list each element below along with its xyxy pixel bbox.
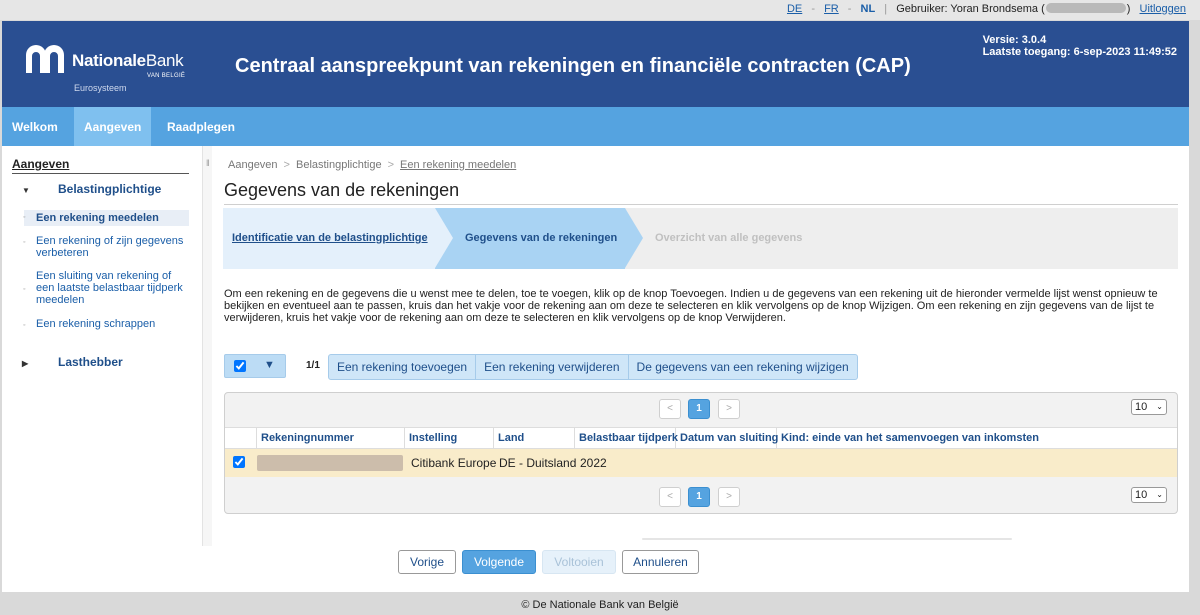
cell-kind	[778, 449, 782, 477]
cell-belastbaar-tijdperk: 2022	[580, 456, 607, 470]
logo-eurosystem: Eurosysteem	[74, 83, 127, 93]
cell-datum-sluiting	[677, 449, 681, 477]
app-title: Centraal aanspreekpunt van rekeningen en…	[235, 55, 911, 77]
next-button[interactable]: Volgende	[462, 550, 536, 574]
user-label: Gebruiker: Yoran Brondsema (	[896, 3, 1045, 15]
step-arrow	[435, 208, 453, 268]
select-all-control[interactable]: ▼	[224, 354, 286, 378]
sidebar-item-rekening-schrappen[interactable]: ◦ Een rekening schrappen	[23, 318, 189, 330]
divider	[642, 538, 1012, 540]
main-nav: Welkom Aangeven Raadplegen	[2, 107, 1189, 152]
bullet-icon: ◦	[23, 322, 26, 329]
breadcrumb-separator-icon: >	[283, 159, 290, 171]
grid-header: Rekeningnummer Instelling Land Belastbaa…	[225, 427, 1177, 449]
previous-button[interactable]: Vorige	[398, 550, 456, 574]
application-window: NationaleBank VAN BELGIË Eurosysteem Cen…	[2, 21, 1189, 592]
step-identificatie[interactable]: Identificatie van de belastingplichtige	[223, 208, 435, 269]
separator: |	[884, 3, 888, 15]
caret-right-icon[interactable]: ▶	[22, 359, 34, 368]
pager-next-button[interactable]: >	[718, 487, 740, 507]
sidebar-heading[interactable]: Aangeven	[12, 157, 189, 174]
redacted-account-number	[257, 455, 403, 471]
column-header-belastbaar-tijdperk[interactable]: Belastbaar tijdperk	[575, 428, 678, 449]
caret-down-icon[interactable]: ▼	[22, 186, 34, 195]
language-nl-current: NL	[860, 3, 876, 15]
logo-wordmark: NationaleBank	[72, 51, 184, 70]
sidebar-group-belastingplichtige[interactable]: ▼ Belastingplichtige	[12, 182, 161, 196]
main-content: Aangeven > Belastingplichtige > Een rekening…	[222, 146, 1182, 592]
instructions-text: Om een rekening en de gegevens die u wen…	[224, 288, 1158, 324]
bullet-icon: ◦	[23, 239, 26, 246]
column-header-rekeningnummer[interactable]: Rekeningnummer	[257, 428, 405, 449]
page-size-select[interactable]: 10 ⌄	[1131, 399, 1167, 415]
nav-welkom[interactable]: Welkom	[2, 107, 68, 146]
pager-current-page[interactable]: 1	[688, 399, 710, 419]
column-header-datum-sluiting[interactable]: Datum van sluiting	[676, 428, 778, 449]
app-header: NationaleBank VAN BELGIË Eurosysteem Cen…	[2, 21, 1189, 107]
breadcrumb-belastingplichtige: Belastingplichtige	[295, 159, 382, 171]
chevron-down-icon: ⌄	[1156, 490, 1163, 499]
sidebar-group-lasthebber[interactable]: ▶ Lasthebber	[12, 355, 123, 369]
accounts-grid: < 1 > 10 ⌄ Rekeningnummer Instelling Land…	[224, 392, 1178, 514]
breadcrumb-aangeven: Aangeven	[228, 159, 278, 171]
account-button-group: Een rekening toevoegen Een rekening verw…	[328, 354, 858, 380]
pager-prev-button[interactable]: <	[659, 399, 681, 419]
page-size-select[interactable]: 10 ⌄	[1131, 487, 1167, 503]
bullet-icon: ◦	[23, 214, 26, 221]
last-access: Laatste toegang: 6-sep-2023 11:49:52	[982, 46, 1177, 58]
pager-top: < 1 > 10 ⌄	[225, 393, 1177, 423]
nav-aangeven[interactable]: Aangeven	[74, 107, 152, 152]
step-gegevens-current: Gegevens van de rekeningen	[435, 208, 625, 269]
finish-button: Voltooien	[542, 550, 616, 574]
sidebar-item-rekening-verbeteren[interactable]: ◦ Een rekening of zijn gegevens verbeter…	[23, 235, 189, 259]
breadcrumb: Aangeven > Belastingplichtige > Een rekening…	[228, 159, 516, 171]
logo-subtitle: VAN BELGIË	[147, 73, 186, 79]
cell-instelling: Citibank Europe	[411, 456, 497, 470]
table-row[interactable]: Citibank Europe DE - Duitsland 2022	[225, 449, 1177, 477]
wizard-steps: Identificatie van de belastingplichtige …	[223, 208, 1178, 269]
edit-account-button[interactable]: De gegevens van een rekening wijzigen	[629, 355, 857, 379]
version-info: Versie: 3.0.4 Laatste toegang: 6-sep-202…	[983, 34, 1177, 58]
column-header-kind[interactable]: Kind: einde van het samenvoegen van inko…	[777, 428, 1177, 449]
nav-raadplegen[interactable]: Raadplegen	[157, 107, 245, 146]
logout-link[interactable]: Uitloggen	[1140, 3, 1186, 15]
language-fr-link[interactable]: FR	[824, 3, 839, 15]
chevron-down-icon: ⌄	[1156, 402, 1163, 411]
page-title: Gegevens van de rekeningen	[224, 180, 1178, 205]
pager-current-page[interactable]: 1	[688, 487, 710, 507]
select-all-checkbox[interactable]	[234, 360, 246, 372]
separator: -	[847, 3, 852, 15]
cancel-button[interactable]: Annuleren	[622, 550, 699, 574]
selection-count: 1/1	[306, 360, 320, 371]
column-header-land[interactable]: Land	[494, 428, 575, 449]
cell-land: DE - Duitsland	[499, 456, 577, 470]
version-number: Versie: 3.0.4	[982, 34, 1047, 46]
chevron-down-icon[interactable]: ▼	[264, 359, 275, 371]
nbb-logo[interactable]: NationaleBank VAN BELGIË Eurosysteem	[24, 39, 194, 97]
pager-prev-button[interactable]: <	[659, 487, 681, 507]
sidebar-item-sluiting-meedelen[interactable]: ◦ Een sluiting van rekening of een laats…	[23, 270, 189, 306]
pager-next-button[interactable]: >	[718, 399, 740, 419]
pager-bottom: < 1 > 10 ⌄	[225, 481, 1177, 511]
sidebar-splitter[interactable]: ‖	[202, 146, 212, 546]
redacted-user-id	[1045, 3, 1126, 13]
user-label-suffix: )	[1126, 3, 1131, 15]
nbb-logo-mark-icon	[26, 45, 64, 73]
top-utility-bar: DE - FR - NL | Gebruiker: Yoran Brondsem…	[0, 0, 1200, 20]
remove-account-button[interactable]: Een rekening verwijderen	[476, 355, 629, 379]
page-footer: © De Nationale Bank van België	[521, 599, 679, 611]
splitter-grip-icon[interactable]: ‖	[206, 158, 210, 168]
sidebar: Aangeven ▼ Belastingplichtige ◦ Een reken…	[2, 146, 212, 574]
column-header-select	[225, 428, 257, 449]
row-checkbox[interactable]	[233, 456, 245, 468]
language-de-link[interactable]: DE	[787, 3, 802, 15]
breadcrumb-separator-icon: >	[387, 159, 395, 171]
column-header-instelling[interactable]: Instelling	[405, 428, 494, 449]
step-overzicht: Overzicht van alle gegevens	[655, 232, 803, 244]
bullet-icon: ◦	[23, 286, 26, 293]
add-account-button[interactable]: Een rekening toevoegen	[329, 355, 477, 379]
separator: -	[811, 3, 815, 15]
sidebar-item-een-rekening-meedelen[interactable]: ◦ Een rekening meedelen	[23, 210, 189, 226]
breadcrumb-rekening-meedelen[interactable]: Een rekening meedelen	[400, 159, 516, 171]
